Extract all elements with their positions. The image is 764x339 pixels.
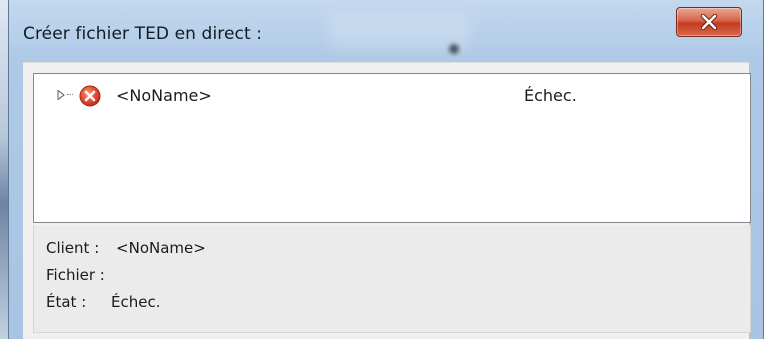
triangle-right-icon[interactable]: [56, 89, 66, 101]
window-title: Créer fichier TED en direct :: [23, 24, 263, 44]
tree-row[interactable]: <NoName> Échec.: [34, 82, 750, 108]
details-panel: Client : <NoName> Fichier : État : Échec…: [33, 225, 751, 333]
title-bar[interactable]: Créer fichier TED en direct :: [9, 0, 763, 62]
state-value: Échec.: [111, 293, 161, 311]
tree-item-name: <NoName>: [116, 86, 212, 105]
client-label: Client :: [46, 239, 100, 257]
detail-client: Client : <NoName>: [46, 239, 206, 257]
title-bar-glass: [329, 14, 469, 48]
tree-item-status: Échec.: [524, 86, 577, 105]
background-window-edge: [0, 0, 8, 339]
close-x-icon: [700, 14, 718, 30]
client-value: <NoName>: [116, 239, 206, 257]
job-tree-view[interactable]: <NoName> Échec.: [33, 73, 751, 223]
title-bar-glass-spot: [449, 44, 459, 54]
dialog-window: Créer fichier TED en direct : <NoName> É…: [8, 0, 764, 339]
detail-state: État : Échec.: [46, 293, 161, 311]
state-label: État :: [46, 293, 87, 311]
detail-file: Fichier :: [46, 266, 122, 284]
error-circle-icon: [79, 85, 101, 107]
file-label: Fichier :: [46, 266, 105, 284]
close-button[interactable]: [676, 7, 742, 37]
tree-connector: [67, 94, 73, 97]
dialog-content: <NoName> Échec. Client : <NoName> Fichie…: [23, 62, 751, 339]
